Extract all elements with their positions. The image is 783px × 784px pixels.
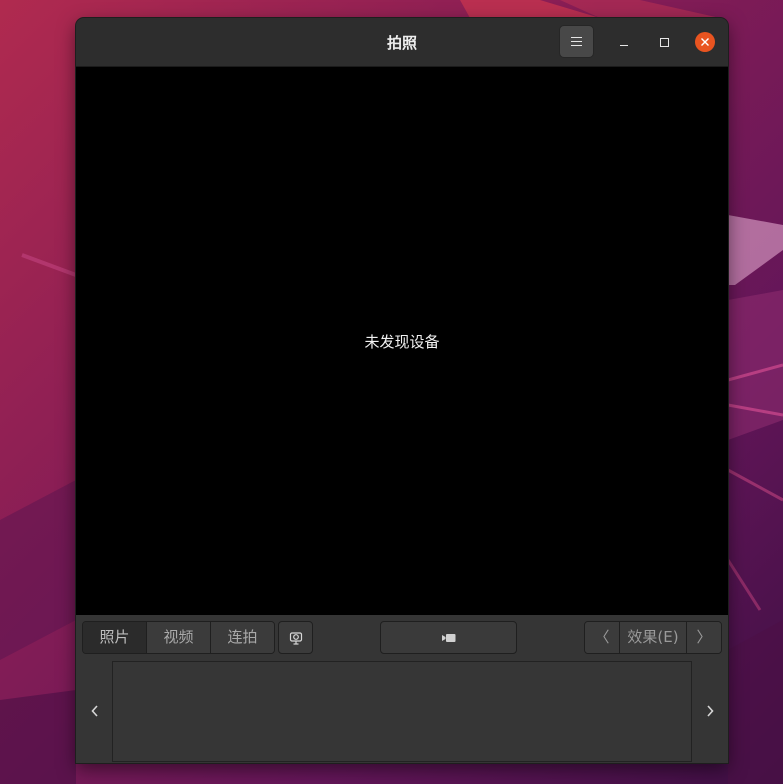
effects-next-button[interactable]: 〉 bbox=[686, 622, 721, 653]
video-camera-icon bbox=[441, 633, 455, 642]
thumbnail-area[interactable] bbox=[112, 661, 692, 762]
camera-app-window: 拍照 未发现设备 照片 视频 连拍 〈 效果(E) 〉 bbox=[76, 18, 728, 763]
close-button[interactable] bbox=[695, 32, 715, 52]
mode-burst-button[interactable]: 连拍 bbox=[211, 622, 274, 653]
bottom-toolbar: 照片 视频 连拍 〈 效果(E) 〉 bbox=[76, 615, 728, 660]
minimize-button[interactable] bbox=[614, 32, 634, 52]
thumbnail-strip bbox=[76, 660, 728, 763]
maximize-icon bbox=[659, 37, 669, 47]
menu-button[interactable] bbox=[559, 25, 594, 58]
minimize-icon bbox=[620, 44, 628, 46]
title-bar[interactable]: 拍照 bbox=[76, 18, 728, 67]
effects-prev-button[interactable]: 〈 bbox=[585, 622, 620, 653]
camera-settings-icon bbox=[289, 631, 302, 645]
camera-settings-button[interactable] bbox=[278, 621, 313, 654]
take-photo-button[interactable] bbox=[380, 621, 517, 654]
close-icon bbox=[701, 38, 709, 46]
strip-next-button[interactable] bbox=[703, 704, 717, 718]
maximize-button[interactable] bbox=[654, 32, 674, 52]
hamburger-menu-icon bbox=[571, 37, 582, 46]
chevron-right-icon bbox=[707, 705, 714, 717]
camera-viewport: 未发现设备 bbox=[76, 67, 728, 615]
chevron-left-icon bbox=[91, 705, 98, 717]
mode-switcher: 照片 视频 连拍 bbox=[82, 621, 275, 654]
effects-button[interactable]: 效果(E) bbox=[620, 622, 686, 653]
mode-photo-button[interactable]: 照片 bbox=[83, 622, 147, 653]
effects-control: 〈 效果(E) 〉 bbox=[584, 621, 722, 654]
strip-prev-button[interactable] bbox=[88, 704, 102, 718]
mode-video-button[interactable]: 视频 bbox=[147, 622, 211, 653]
no-device-message: 未发现设备 bbox=[364, 333, 440, 351]
